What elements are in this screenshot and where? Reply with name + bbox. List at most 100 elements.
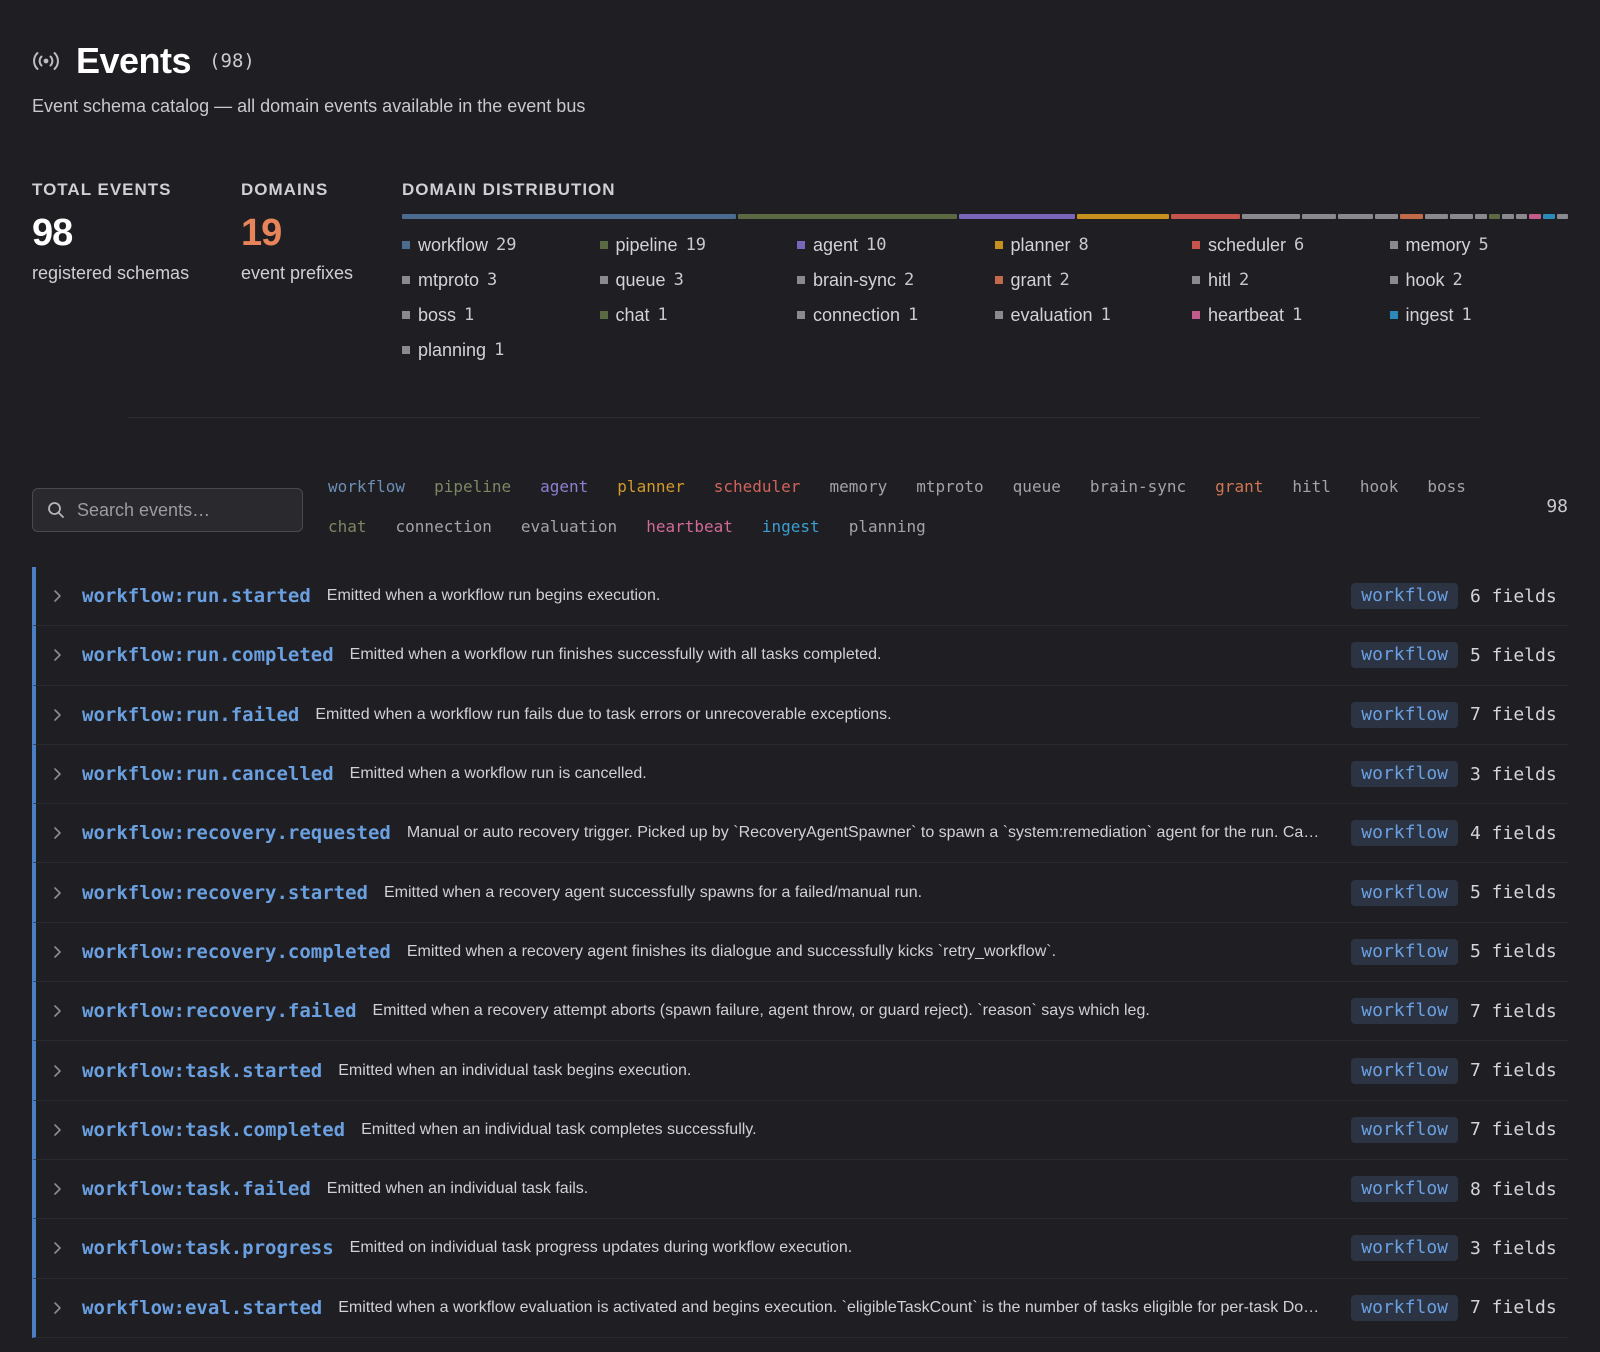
event-row[interactable]: workflow:task.completed Emitted when an i… (32, 1100, 1568, 1160)
chevron-right-icon[interactable] (48, 1002, 66, 1020)
filter-chip-planning[interactable]: planning (849, 516, 926, 538)
event-name[interactable]: workflow:run.started (82, 585, 311, 607)
domain-distribution-bar (402, 214, 1569, 219)
event-description: Emitted on individual task progress upda… (349, 1239, 853, 1257)
filter-chip-hitl[interactable]: hitl (1292, 476, 1331, 498)
filter-chip-mtproto[interactable]: mtproto (916, 476, 983, 498)
filter-chip-workflow[interactable]: workflow (328, 476, 405, 498)
event-name[interactable]: workflow:recovery.failed (82, 1000, 357, 1022)
field-count: 6 fields (1470, 585, 1557, 607)
event-name[interactable]: workflow:task.completed (82, 1119, 345, 1141)
domain-distribution: DOMAIN DISTRIBUTION workflow 29 pipeline 19… (402, 180, 1569, 362)
total-events-caption: registered schemas (32, 263, 190, 283)
chevron-right-icon[interactable] (48, 1062, 66, 1080)
legend-swatch (994, 311, 1003, 319)
chevron-right-icon[interactable] (48, 646, 66, 664)
event-name[interactable]: workflow:task.failed (82, 1178, 311, 1200)
event-description: Emitted when a workflow run is cancelled… (349, 765, 647, 783)
legend-swatch (402, 346, 410, 354)
legend-swatch (1192, 241, 1200, 249)
legend-name: mtproto (418, 269, 480, 290)
event-row[interactable]: workflow:recovery.started Emitted when a … (32, 863, 1568, 923)
event-description: Emitted when a recovery attempt aborts (… (372, 1002, 1150, 1020)
event-row[interactable]: workflow:recovery.requested Manual or aut… (32, 804, 1568, 864)
event-row[interactable]: workflow:run.failed Emitted when a workfl… (32, 685, 1568, 745)
filter-chip-brain-sync[interactable]: brain-sync (1090, 476, 1186, 498)
filter-chip-agent[interactable]: agent (540, 476, 588, 498)
filtered-result-count: 98 (1546, 496, 1568, 517)
field-count: 7 fields (1470, 1000, 1557, 1022)
chevron-right-icon[interactable] (48, 884, 66, 902)
domain-badge: workflow (1351, 1057, 1458, 1084)
event-name[interactable]: workflow:eval.started (82, 1297, 322, 1319)
event-name[interactable]: workflow:run.failed (82, 704, 299, 726)
event-name[interactable]: workflow:run.cancelled (82, 763, 334, 785)
filter-chip-ingest[interactable]: ingest (762, 516, 820, 538)
filter-chip-memory[interactable]: memory (829, 476, 887, 498)
field-count: 7 fields (1470, 1119, 1557, 1141)
event-name[interactable]: workflow:run.completed (82, 644, 334, 666)
event-row[interactable]: workflow:run.cancelled Emitted when a wor… (32, 744, 1568, 805)
domains-label: DOMAINS (241, 180, 329, 199)
chevron-right-icon[interactable] (48, 1180, 66, 1198)
legend-count: 10 (866, 235, 887, 255)
filter-chip-planner[interactable]: planner (617, 476, 684, 498)
search-input[interactable] (77, 499, 277, 521)
chevron-right-icon[interactable] (48, 1239, 66, 1257)
distribution-segment-boss (1475, 214, 1487, 219)
event-row[interactable]: workflow:recovery.completed Emitted when … (32, 922, 1568, 983)
filter-chip-heartbeat[interactable]: heartbeat (646, 516, 733, 538)
chevron-right-icon[interactable] (48, 1299, 66, 1317)
filter-chip-evaluation[interactable]: evaluation (521, 516, 617, 538)
field-count: 7 fields (1470, 1297, 1557, 1319)
distribution-segment-chat (1488, 214, 1501, 219)
event-name[interactable]: workflow:task.started (82, 1060, 322, 1082)
event-row[interactable]: workflow:eval.started Emitted when a work… (32, 1278, 1568, 1338)
legend-name: grant (1010, 269, 1052, 290)
event-row[interactable]: workflow:task.started Emitted when an ind… (32, 1041, 1568, 1101)
legend-item-pipeline: pipeline 19 (599, 233, 798, 257)
distribution-segment-memory (1242, 214, 1300, 219)
chevron-right-icon[interactable] (48, 765, 66, 783)
chevron-right-icon[interactable] (48, 587, 66, 605)
event-name[interactable]: workflow:task.progress (82, 1237, 334, 1259)
field-count: 8 fields (1470, 1178, 1557, 1200)
domain-badge: workflow (1351, 938, 1458, 965)
event-name[interactable]: workflow:recovery.requested (82, 822, 391, 844)
legend-item-scheduler: scheduler 6 (1192, 233, 1390, 257)
event-name[interactable]: workflow:recovery.completed (82, 941, 391, 963)
filter-chip-boss[interactable]: boss (1427, 476, 1466, 498)
field-count: 3 fields (1470, 763, 1557, 785)
event-name[interactable]: workflow:recovery.started (82, 882, 368, 904)
filter-chip-scheduler[interactable]: scheduler (714, 476, 801, 498)
event-row[interactable]: workflow:run.started Emitted when a workf… (32, 567, 1568, 627)
event-row[interactable]: workflow:task.progress Emitted on individ… (32, 1219, 1568, 1279)
legend-count: 3 (673, 270, 684, 290)
search-box[interactable] (32, 488, 303, 532)
legend-item-boss: boss 1 (402, 303, 600, 327)
distribution-segment-agent (959, 214, 1075, 219)
event-row[interactable]: workflow:run.completed Emitted when a wor… (32, 626, 1568, 686)
event-row[interactable]: workflow:task.failed Emitted when an indi… (32, 1159, 1568, 1220)
chevron-right-icon[interactable] (48, 943, 66, 961)
chevron-right-icon[interactable] (48, 1121, 66, 1139)
filter-chip-grant[interactable]: grant (1215, 476, 1263, 498)
chevron-right-icon[interactable] (48, 706, 66, 724)
legend-item-workflow: workflow 29 (402, 233, 600, 257)
filter-chip-queue[interactable]: queue (1013, 476, 1061, 498)
legend-count: 29 (496, 235, 517, 255)
event-description: Manual or auto recovery trigger. Picked … (406, 824, 1320, 842)
filter-chip-hook[interactable]: hook (1360, 476, 1399, 498)
filter-chip-connection[interactable]: connection (396, 516, 492, 538)
legend-item-brain-sync: brain-sync 2 (797, 268, 995, 292)
event-description: Emitted when an individual task fails. (326, 1180, 589, 1198)
filter-chip-pipeline[interactable]: pipeline (434, 476, 511, 498)
legend-name: scheduler (1208, 234, 1287, 255)
domain-badge: workflow (1351, 761, 1458, 788)
event-row[interactable]: workflow:recovery.failed Emitted when a r… (32, 982, 1568, 1042)
event-description: Emitted when a workflow run begins execu… (326, 587, 661, 605)
legend-item-mtproto: mtproto 3 (402, 268, 600, 292)
chevron-right-icon[interactable] (48, 824, 66, 842)
filter-chip-chat[interactable]: chat (328, 516, 367, 538)
total-events-value: 98 (32, 212, 73, 254)
